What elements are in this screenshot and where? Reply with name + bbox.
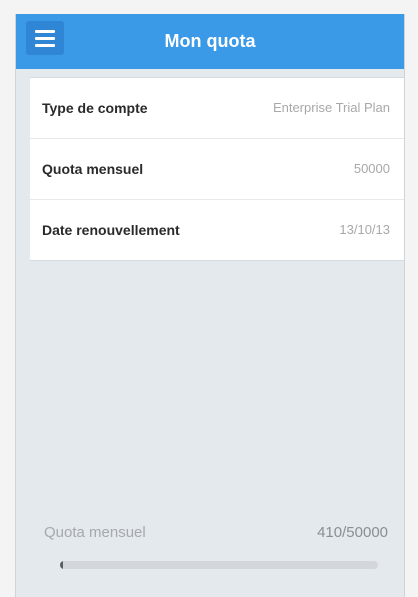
- list-item-renewal-date: Date renouvellement 13/10/13: [30, 200, 404, 260]
- monthly-quota-value: 50000: [353, 161, 390, 176]
- navigation-bar: Mon quota: [16, 14, 404, 69]
- quota-usage-value: 410/50000: [317, 524, 388, 541]
- renewal-date-value: 13/10/13: [339, 222, 390, 237]
- renewal-date-label: Date renouvellement: [42, 222, 180, 238]
- account-info-list: Type de compte Enterprise Trial Plan Quo…: [30, 77, 404, 261]
- page-title: Mon quota: [164, 31, 256, 51]
- account-type-label: Type de compte: [42, 100, 148, 116]
- list-item-account-type: Type de compte Enterprise Trial Plan: [30, 78, 404, 139]
- quota-progress-fill: [60, 561, 63, 569]
- account-type-value: Enterprise Trial Plan: [272, 100, 390, 115]
- quota-usage-label: Quota mensuel: [44, 524, 146, 541]
- monthly-quota-label: Quota mensuel: [42, 161, 144, 177]
- app-screen: Mon quota Type de compte Enterprise Tria…: [15, 14, 405, 597]
- quota-progress-bar: [60, 561, 378, 569]
- list-item-monthly-quota: Quota mensuel 50000: [30, 139, 404, 200]
